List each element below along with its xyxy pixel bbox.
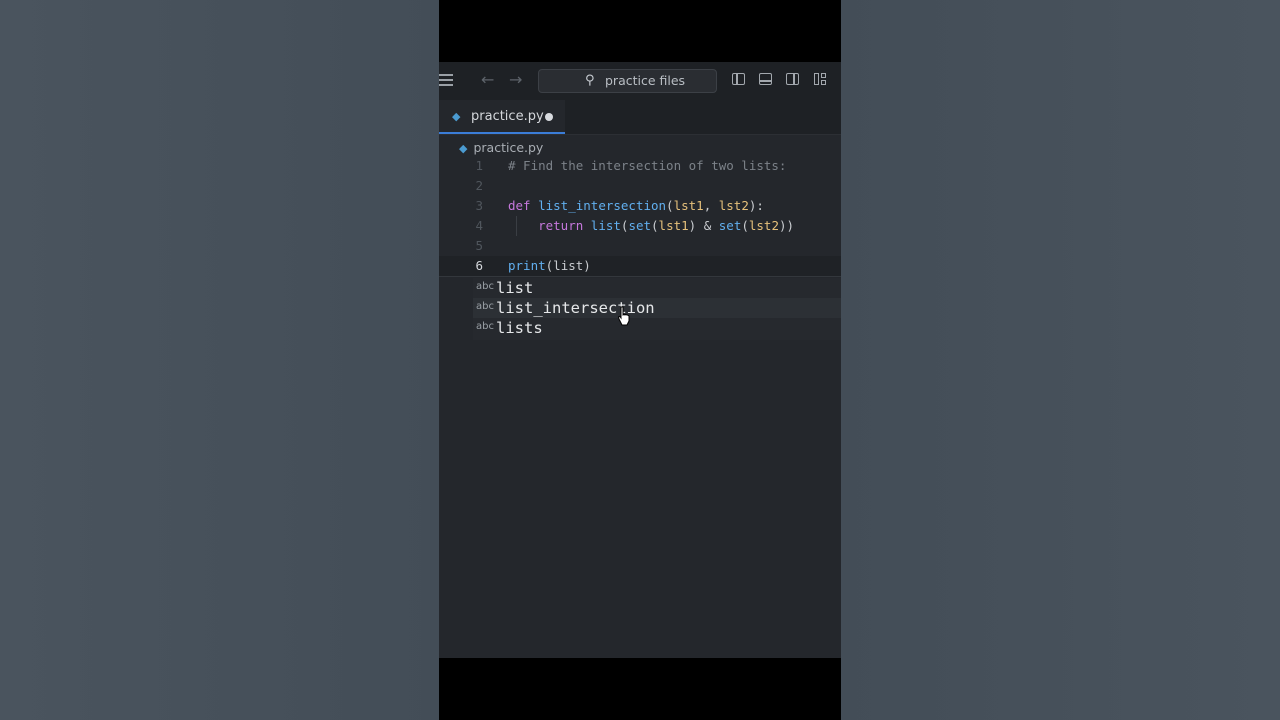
menu-icon[interactable] — [439, 74, 453, 86]
text-kind-icon: abc — [476, 301, 494, 312]
text-kind-icon: abc — [476, 281, 494, 292]
autocomplete-widget: abc list abc list_intersection abc lists — [473, 278, 841, 340]
suggestion-item[interactable]: abc list — [473, 278, 841, 298]
line-text: return list(set(lst1) & set(lst2)) — [538, 218, 795, 233]
customize-layout-icon[interactable] — [814, 73, 827, 85]
suggestion-label: lists — [496, 319, 543, 337]
title-bar: ← → ⚲ practice files — [439, 62, 841, 100]
code-line-active[interactable]: 6 print(list) — [439, 256, 841, 277]
code-line[interactable]: 5 — [439, 236, 841, 256]
unsaved-indicator-icon[interactable] — [545, 113, 553, 121]
tab-bar: ◆ practice.py — [439, 100, 841, 135]
line-text: print(list) — [508, 258, 591, 273]
toggle-panel-icon[interactable] — [759, 73, 772, 85]
code-editor: ← → ⚲ practice files ◆ practice.py ◆ prac… — [439, 62, 841, 658]
line-number: 6 — [475, 258, 483, 273]
suggestion-item[interactable]: abc list_intersection — [473, 298, 841, 318]
line-number: 1 — [475, 158, 483, 173]
phone-frame: ← → ⚲ practice files ◆ practice.py ◆ prac… — [439, 0, 841, 720]
search-label: practice files — [605, 73, 686, 88]
line-number: 5 — [475, 238, 483, 253]
background-right — [841, 0, 1280, 720]
code-line[interactable]: 2 — [439, 176, 841, 196]
breadcrumb-file: practice.py — [473, 140, 544, 155]
line-number: 3 — [475, 198, 483, 213]
code-line[interactable]: 1 # Find the intersection of two lists: — [439, 156, 841, 176]
line-text: # Find the intersection of two lists: — [508, 158, 787, 173]
background-left — [0, 0, 439, 720]
tab-practice-py[interactable]: ◆ practice.py — [439, 100, 565, 134]
python-file-icon: ◆ — [459, 142, 468, 155]
tab-label: practice.py — [471, 109, 544, 124]
breadcrumb[interactable]: ◆ practice.py — [459, 140, 543, 155]
code-line[interactable]: 4 return list(set(lst1) & set(lst2)) — [439, 216, 841, 236]
line-number: 4 — [475, 218, 483, 233]
python-file-icon: ◆ — [452, 110, 461, 123]
line-text: def list_intersection(lst1, lst2): — [508, 198, 764, 213]
arrow-left-icon[interactable]: ← — [481, 70, 494, 89]
text-kind-icon: abc — [476, 321, 494, 332]
code-line[interactable]: 3 def list_intersection(lst1, lst2): — [439, 196, 841, 216]
suggestion-item[interactable]: abc lists — [473, 318, 841, 338]
search-icon: ⚲ — [585, 73, 595, 88]
toggle-secondary-sidebar-icon[interactable] — [786, 73, 799, 85]
search-input[interactable]: ⚲ practice files — [538, 69, 717, 93]
toggle-primary-sidebar-icon[interactable] — [732, 73, 745, 85]
line-number: 2 — [475, 178, 483, 193]
suggestion-label: list — [496, 279, 534, 297]
arrow-right-icon[interactable]: → — [509, 70, 522, 89]
